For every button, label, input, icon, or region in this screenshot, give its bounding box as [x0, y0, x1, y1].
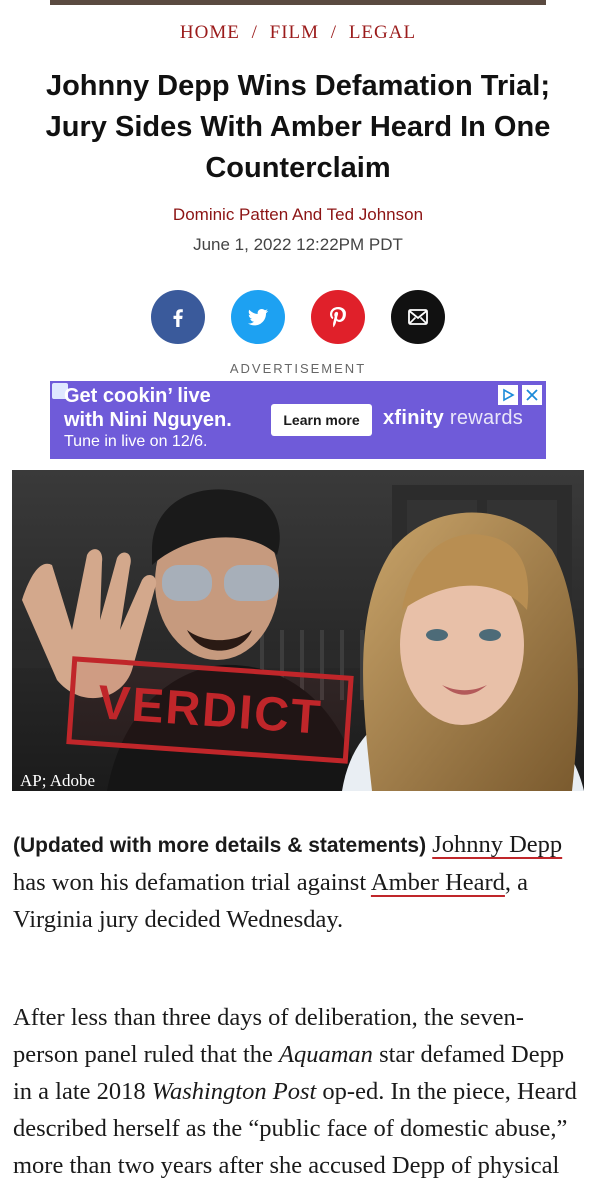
ad-brand-name: xfinity: [383, 407, 444, 429]
paragraph-text: has won his defamation trial against: [13, 869, 371, 896]
pinterest-share-button[interactable]: [311, 290, 365, 344]
ad-info-icon[interactable]: [498, 385, 518, 405]
ad-learn-more-button[interactable]: Learn more: [271, 404, 372, 436]
top-divider: [50, 0, 546, 5]
ad-headline-line1: Get cookin’ live: [64, 385, 211, 407]
facebook-share-button[interactable]: [151, 290, 205, 344]
twitter-share-button[interactable]: [231, 290, 285, 344]
ad-banner[interactable]: Get cookin’ live with Nini Nguyen. Tune …: [50, 381, 546, 459]
pinterest-icon: [330, 307, 346, 328]
email-icon: [408, 309, 428, 325]
twitter-icon: [248, 308, 268, 326]
advertisement-label: ADVERTISEMENT: [229, 361, 367, 376]
author-byline[interactable]: Dominic Patten And Ted Johnson: [0, 205, 596, 225]
ad-brand-sub: rewards: [449, 407, 524, 429]
italic-title: Washington Post: [151, 1078, 317, 1105]
breadcrumb-legal[interactable]: LEGAL: [349, 22, 416, 43]
breadcrumb-film[interactable]: FILM: [270, 22, 319, 43]
update-note: (Updated with more details & statements): [13, 834, 427, 857]
breadcrumb-separator: /: [330, 22, 338, 43]
amber-heard-link[interactable]: Amber Heard: [371, 869, 505, 896]
ad-subline: Tune in live on 12/6.: [64, 433, 208, 450]
image-credit: AP; Adobe: [20, 771, 96, 790]
italic-title: Aquaman: [279, 1041, 373, 1068]
article-paragraph-2: After less than three days of deliberati…: [13, 999, 585, 1184]
johnny-depp-link[interactable]: Johnny Depp: [432, 831, 562, 858]
publish-date: June 1, 2022 12:22PM PDT: [193, 235, 403, 254]
facebook-icon: [173, 309, 183, 327]
email-share-button[interactable]: [391, 290, 445, 344]
breadcrumb-separator: /: [251, 22, 258, 43]
ad-brand-logo: xfinity rewards: [383, 407, 523, 430]
ad-headline-line2: with Nini Nguyen.: [64, 409, 232, 431]
breadcrumb-home[interactable]: HOME: [180, 22, 240, 43]
ad-close-icon[interactable]: [522, 385, 542, 405]
article-title: Johnny Depp Wins Defamation Trial; Jury …: [45, 70, 551, 184]
breadcrumb: HOME / FILM / LEGAL: [0, 22, 596, 44]
hero-image: VERDICT AP; Adobe: [12, 470, 584, 791]
article-paragraph-1: (Updated with more details & statements)…: [13, 826, 585, 938]
share-bar: [0, 290, 596, 344]
